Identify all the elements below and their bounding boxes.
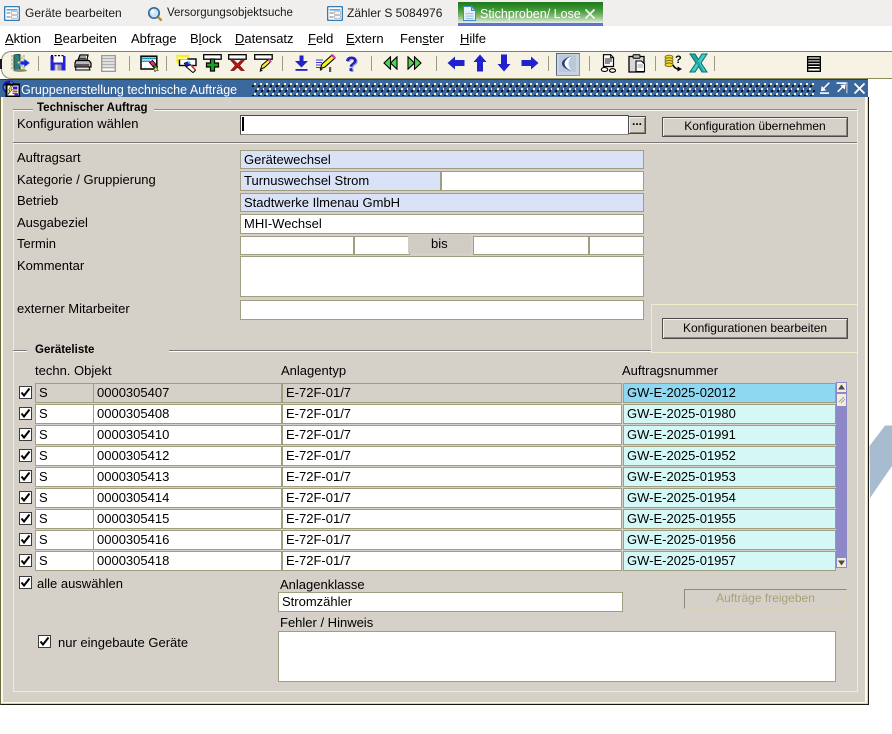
svg-text:?: ?	[675, 54, 682, 66]
